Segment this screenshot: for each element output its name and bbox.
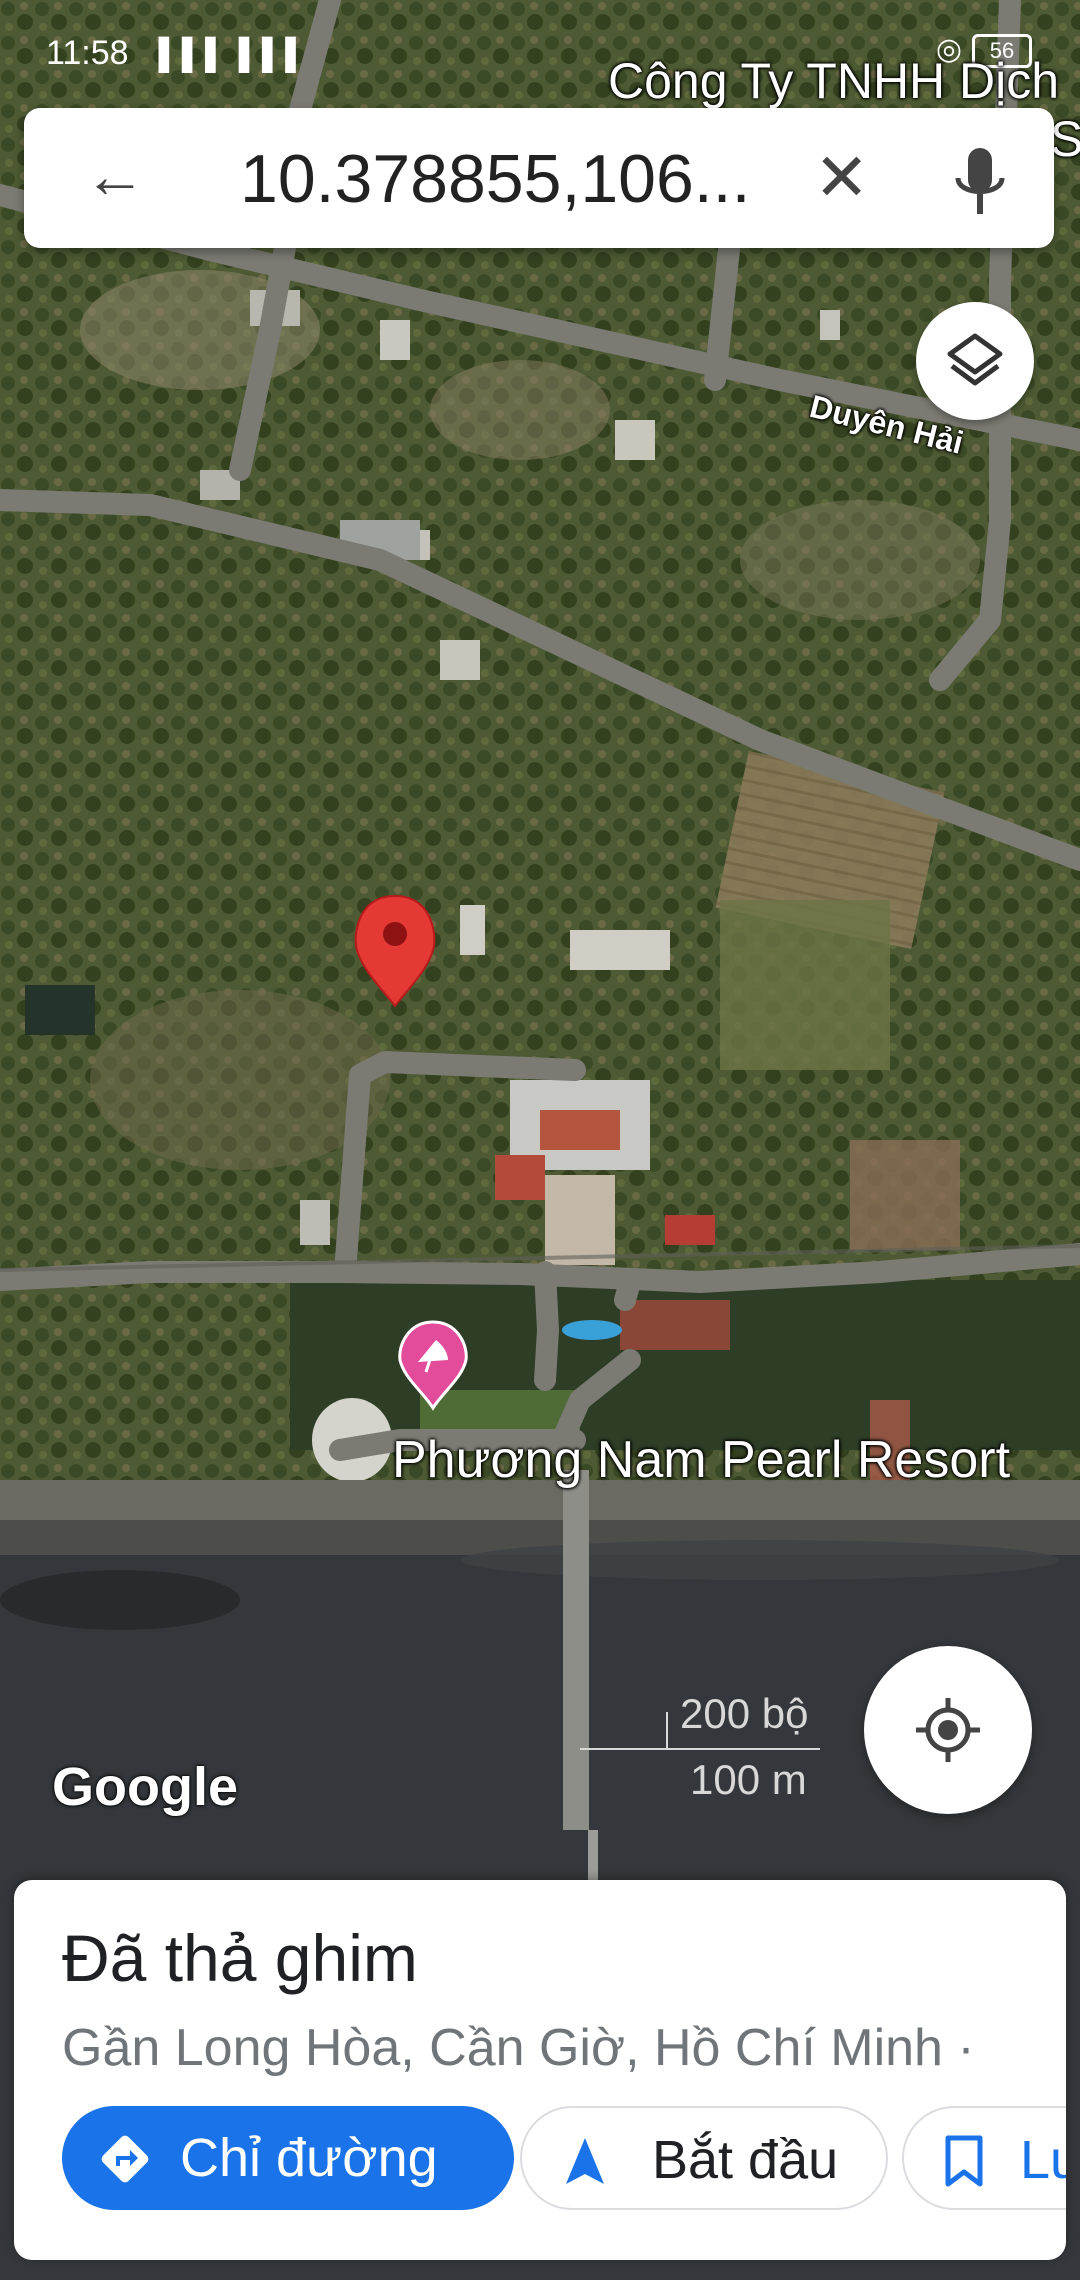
start-button[interactable]: Bắt đầu xyxy=(520,2106,888,2210)
scale-metric: 100 m xyxy=(690,1756,807,1803)
signal-icon: ▐▐▐ ▐▐▐ xyxy=(148,38,298,71)
scale-bar: 200 bộ 100 m xyxy=(570,1690,870,1810)
microphone-icon[interactable] xyxy=(954,148,1006,218)
directions-label: Chỉ đường xyxy=(180,2128,438,2188)
navigation-icon xyxy=(566,2138,604,2184)
save-label: Lưu xyxy=(1020,2130,1066,2190)
map-label-company-line2[interactable]: Sa xyxy=(1050,110,1080,168)
save-button[interactable]: Lưu xyxy=(902,2106,1066,2210)
search-bar[interactable]: ← 10.378855,106... ✕ xyxy=(24,108,1054,248)
place-sheet[interactable]: Đã thả ghim Gần Long Hòa, Cần Giờ, Hồ Ch… xyxy=(14,1880,1066,2260)
layers-button[interactable] xyxy=(916,302,1034,420)
back-arrow-icon[interactable]: ← xyxy=(84,146,146,208)
place-title: Đã thả ghim xyxy=(62,1921,418,1995)
place-address: Gần Long Hòa, Cần Giờ, Hồ Chí Minh · xyxy=(62,2019,975,2077)
scale-imperial: 200 bộ xyxy=(680,1690,809,1737)
bookmark-icon xyxy=(945,2135,983,2187)
my-location-icon xyxy=(916,1698,980,1762)
clear-icon[interactable]: ✕ xyxy=(814,144,869,210)
my-location-button[interactable] xyxy=(864,1646,1032,1814)
search-query[interactable]: 10.378855,106... xyxy=(240,134,780,224)
layers-icon xyxy=(947,333,1003,386)
directions-icon xyxy=(101,2135,149,2183)
map-label-company[interactable]: Công Ty TNHH Dịch xyxy=(608,52,1059,110)
directions-button[interactable]: Chỉ đường xyxy=(62,2106,514,2210)
start-label: Bắt đầu xyxy=(652,2130,839,2190)
map-label-resort[interactable]: Phương Nam Pearl Resort xyxy=(392,1430,1010,1490)
status-time: 11:58 xyxy=(46,34,129,72)
google-logo: Google xyxy=(52,1757,238,1817)
